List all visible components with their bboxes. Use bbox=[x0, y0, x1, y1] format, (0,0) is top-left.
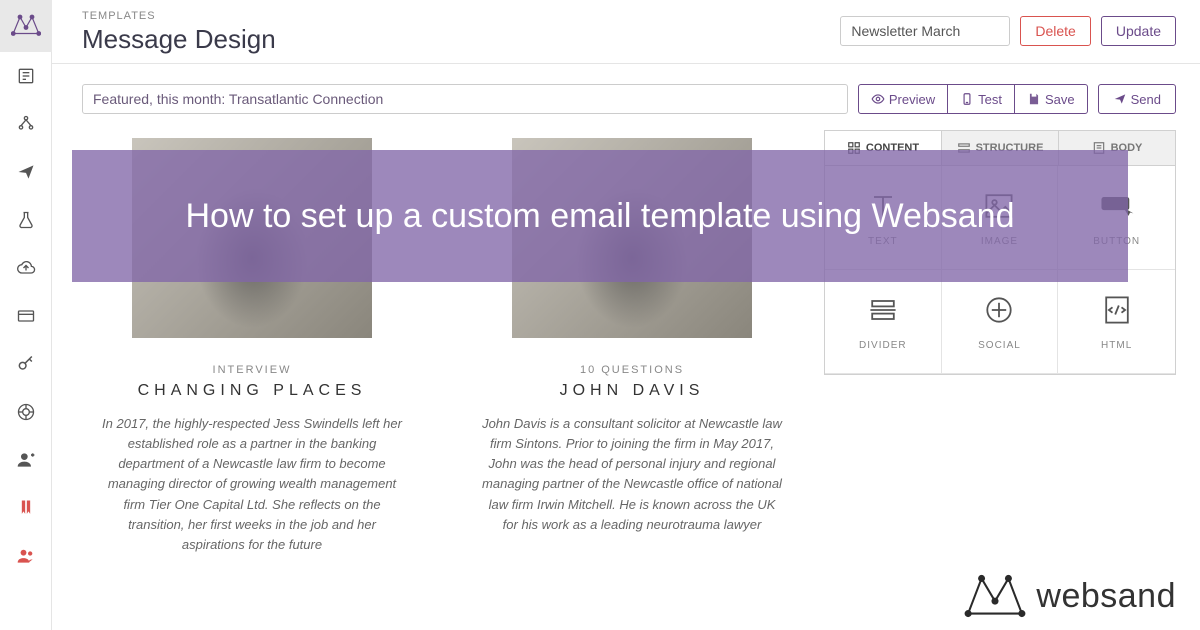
article-body: In 2017, the highly-respected Jess Swind… bbox=[102, 414, 402, 555]
nav-bookmark-icon[interactable] bbox=[0, 484, 52, 532]
websand-icon bbox=[964, 572, 1026, 620]
article-eyebrow: 10 QUESTIONS bbox=[580, 364, 684, 376]
editor-toolbar: Preview Test Save Send bbox=[82, 84, 1176, 114]
page-header: TEMPLATES Message Design Delete Update bbox=[52, 0, 1200, 64]
block-html[interactable]: HTML bbox=[1058, 270, 1175, 374]
tile-label: SOCIAL bbox=[978, 340, 1021, 351]
article-title: CHANGING PLACES bbox=[138, 382, 367, 400]
logo-icon[interactable] bbox=[0, 0, 52, 52]
nav-help-icon[interactable] bbox=[0, 388, 52, 436]
block-divider[interactable]: DIVIDER bbox=[825, 270, 942, 374]
brand-name: websand bbox=[1036, 577, 1176, 616]
nav-send-icon[interactable] bbox=[0, 148, 52, 196]
tile-label: HTML bbox=[1101, 340, 1132, 351]
subject-input[interactable] bbox=[82, 84, 848, 114]
nav-segments-icon[interactable] bbox=[0, 100, 52, 148]
preview-button[interactable]: Preview bbox=[859, 85, 948, 113]
overlay-text: How to set up a custom email template us… bbox=[185, 194, 1014, 238]
nav-key-icon[interactable] bbox=[0, 340, 52, 388]
preview-label: Preview bbox=[889, 92, 935, 107]
brand-logo: websand bbox=[964, 572, 1176, 620]
save-button[interactable]: Save bbox=[1015, 85, 1087, 113]
save-label: Save bbox=[1045, 92, 1075, 107]
nav-lab-icon[interactable] bbox=[0, 196, 52, 244]
header-actions: Delete Update bbox=[840, 16, 1176, 46]
sidebar bbox=[0, 0, 52, 630]
template-name-input[interactable] bbox=[840, 16, 1010, 46]
article-title: JOHN DAVIS bbox=[560, 382, 705, 400]
update-button[interactable]: Update bbox=[1101, 16, 1176, 46]
article-body: John Davis is a consultant solicitor at … bbox=[482, 414, 782, 535]
title-overlay: How to set up a custom email template us… bbox=[72, 150, 1128, 282]
article-eyebrow: INTERVIEW bbox=[213, 364, 292, 376]
action-group: Preview Test Save bbox=[858, 84, 1088, 114]
nav-dashboard-icon[interactable] bbox=[0, 52, 52, 100]
nav-users-icon[interactable] bbox=[0, 532, 52, 580]
nav-card-icon[interactable] bbox=[0, 292, 52, 340]
send-button[interactable]: Send bbox=[1098, 84, 1176, 114]
delete-button[interactable]: Delete bbox=[1020, 16, 1090, 46]
block-social[interactable]: SOCIAL bbox=[942, 270, 1059, 374]
nav-adduser-icon[interactable] bbox=[0, 436, 52, 484]
test-button[interactable]: Test bbox=[948, 85, 1015, 113]
send-label: Send bbox=[1131, 92, 1161, 107]
test-label: Test bbox=[978, 92, 1002, 107]
nav-upload-icon[interactable] bbox=[0, 244, 52, 292]
tile-label: DIVIDER bbox=[859, 340, 907, 351]
